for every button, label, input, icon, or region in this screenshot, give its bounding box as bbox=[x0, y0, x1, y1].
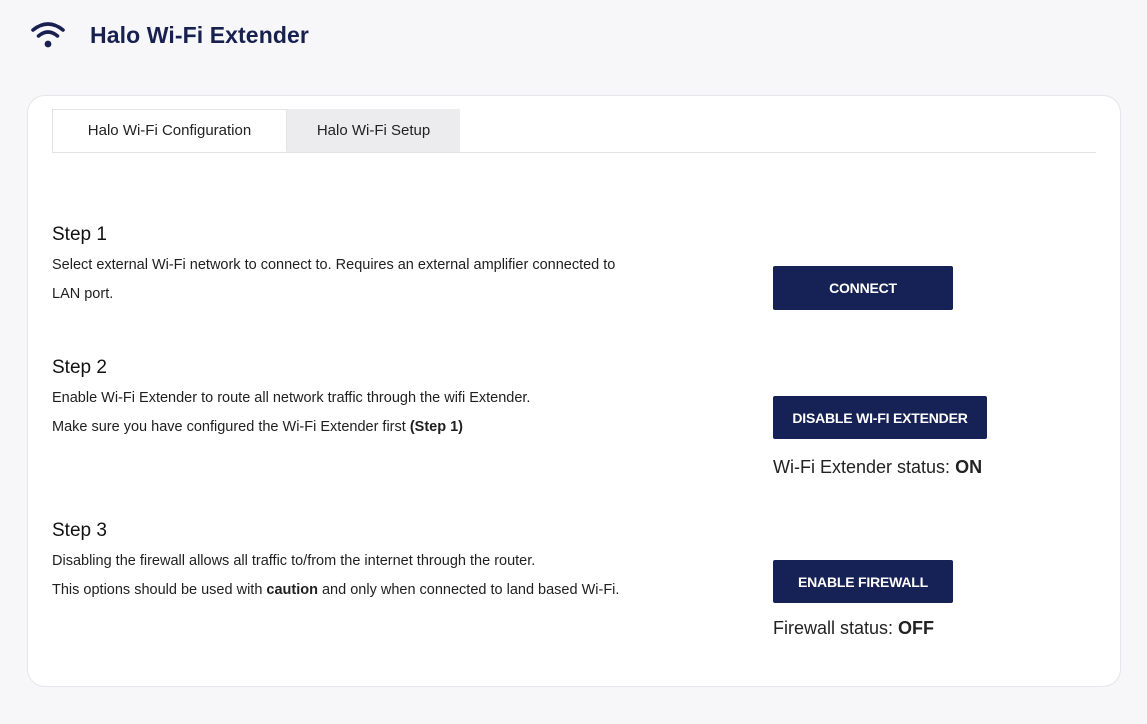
step-3-line-2-bold: caution bbox=[266, 582, 318, 598]
app-header: Halo Wi-Fi Extender bbox=[30, 18, 309, 52]
tab-bar: Halo Wi-Fi Configuration Halo Wi-Fi Setu… bbox=[52, 109, 1096, 153]
enable-firewall-button[interactable]: ENABLE FIREWALL bbox=[773, 560, 953, 603]
firewall-status-value: OFF bbox=[898, 618, 935, 638]
disable-wifi-extender-button[interactable]: DISABLE WI-FI EXTENDER bbox=[773, 396, 987, 439]
main-card: Halo Wi-Fi Configuration Halo Wi-Fi Setu… bbox=[27, 95, 1121, 687]
step-2-line-2-bold: (Step 1) bbox=[409, 419, 463, 435]
step-2-line-2-text: Make sure you have configured the Wi-Fi … bbox=[52, 419, 410, 435]
firewall-status: Firewall status: OFF bbox=[773, 618, 934, 639]
step-1-title: Step 1 bbox=[52, 224, 107, 245]
wifi-icon bbox=[31, 22, 65, 48]
wifi-extender-status: Wi-Fi Extender status: ON bbox=[773, 457, 982, 478]
step-3-line-2-text: This options should be used with bbox=[52, 582, 267, 598]
app-title: Halo Wi-Fi Extender bbox=[90, 21, 309, 48]
step-2-title: Step 2 bbox=[52, 357, 107, 378]
step-3-section: Step 3 Disabling the firewall allows all… bbox=[52, 520, 1092, 638]
step-3-line-2-suffix: and only when connected to land based Wi… bbox=[317, 582, 620, 598]
tab-halo-wifi-configuration[interactable]: Halo Wi-Fi Configuration bbox=[52, 109, 287, 152]
step-3-title: Step 3 bbox=[52, 520, 107, 541]
connect-button[interactable]: CONNECT bbox=[773, 266, 953, 310]
step-2-section: Step 2 Enable Wi-Fi Extender to route al… bbox=[52, 357, 1092, 477]
step-1-section: Step 1 Select external Wi-Fi network to … bbox=[52, 224, 1092, 310]
wifi-extender-status-label: Wi-Fi Extender status: bbox=[773, 457, 956, 477]
firewall-status-label: Firewall status: bbox=[773, 618, 899, 638]
tab-halo-wifi-setup[interactable]: Halo Wi-Fi Setup bbox=[287, 109, 460, 152]
wifi-extender-status-value: ON bbox=[955, 457, 983, 477]
